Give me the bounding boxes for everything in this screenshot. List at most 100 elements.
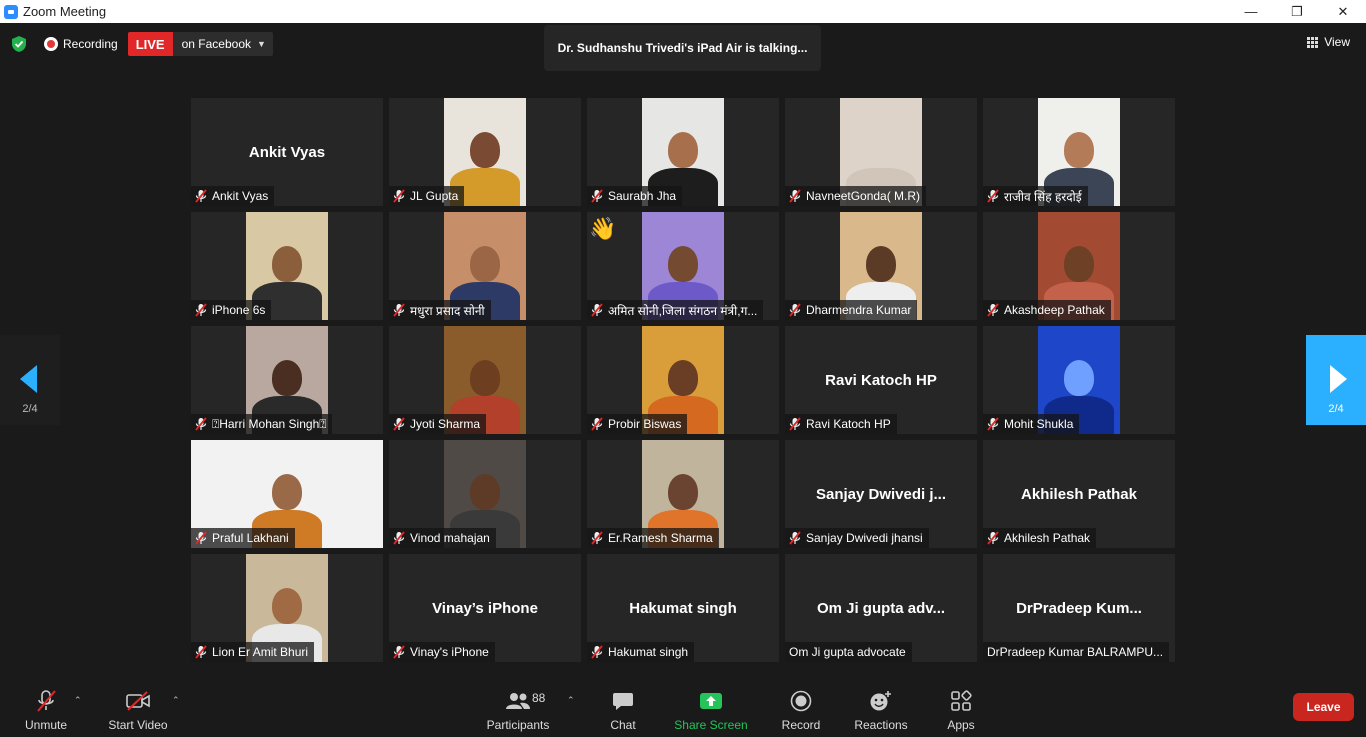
audio-options-chevron-icon[interactable]: ⌃ — [74, 695, 82, 706]
participant-tile[interactable]: ⍰Harri Mohan Singh⍰ — [191, 326, 383, 434]
participant-name: ⍰Harri Mohan Singh⍰ — [212, 416, 327, 431]
participant-name-label: मधुरा प्रसाद सोनी — [389, 300, 491, 320]
participant-tile[interactable]: Ankit Vyas Ankit Vyas — [191, 98, 383, 206]
recording-label[interactable]: Recording — [63, 37, 118, 51]
participant-tile[interactable]: NavneetGonda( M.R) — [785, 98, 977, 206]
participants-options-chevron-icon[interactable]: ⌃ — [567, 695, 575, 706]
record-icon — [787, 689, 815, 713]
participant-tile[interactable]: Lion Er Amit Bhuri — [191, 554, 383, 662]
view-label: View — [1324, 35, 1350, 49]
participant-name-label: Akashdeep Pathak — [983, 300, 1111, 320]
participant-name: Vinay's iPhone — [410, 645, 489, 659]
participant-display-name: Om Ji gupta adv... — [816, 600, 946, 617]
participant-name: Akashdeep Pathak — [1004, 303, 1105, 317]
muted-mic-icon — [195, 645, 207, 659]
participant-tile[interactable]: Vinod mahajan — [389, 440, 581, 548]
participant-display-name: Akhilesh Pathak — [1021, 486, 1137, 503]
participant-display-name: DrPradeep Kum... — [1016, 600, 1142, 617]
participant-tile[interactable]: Probir Biswas — [587, 326, 779, 434]
record-button[interactable]: Record — [778, 681, 824, 737]
participant-name-label: Mohit Shukla — [983, 414, 1080, 434]
view-button[interactable]: View — [1307, 35, 1350, 49]
share-screen-label: Share Screen — [674, 718, 748, 732]
participant-tile[interactable]: Akashdeep Pathak — [983, 212, 1175, 320]
reactions-button[interactable]: Reactions — [852, 681, 910, 737]
participant-tile[interactable]: Jyoti Sharma — [389, 326, 581, 434]
window-title: Zoom Meeting — [23, 4, 107, 19]
participant-tile[interactable]: DrPradeep Kum... DrPradeep Kumar BALRAMPU… — [983, 554, 1175, 662]
participant-name-label: Ravi Katoch HP — [785, 414, 897, 434]
next-page-button[interactable]: 2/4 — [1306, 335, 1366, 425]
participant-tile[interactable]: Praful Lakhani — [191, 440, 383, 548]
muted-mic-icon — [591, 417, 603, 431]
minimize-button[interactable]: — — [1228, 0, 1274, 23]
live-stream-dropdown[interactable]: LIVE on Facebook ▼ — [127, 32, 273, 56]
participant-name-label: Lion Er Amit Bhuri — [191, 642, 315, 662]
participant-name: Hakumat singh — [608, 645, 689, 659]
window-titlebar: Zoom Meeting — ❐ ✕ — [0, 0, 1366, 23]
participant-tile[interactable]: राजीव सिंह हरदोई — [983, 98, 1175, 206]
muted-mic-icon — [987, 531, 999, 545]
participant-name-label: Praful Lakhani — [191, 528, 295, 548]
participant-name-label: Dharmendra Kumar — [785, 300, 918, 320]
participant-tile[interactable]: Hakumat singh Hakumat singh — [587, 554, 779, 662]
security-shield-icon[interactable] — [10, 35, 28, 53]
chat-icon — [609, 689, 637, 713]
muted-mic-icon — [789, 531, 801, 545]
participant-tile[interactable]: Akhilesh Pathak Akhilesh Pathak — [983, 440, 1175, 548]
participant-tile[interactable]: iPhone 6s — [191, 212, 383, 320]
participant-tile[interactable]: Mohit Shukla — [983, 326, 1175, 434]
share-screen-icon — [697, 689, 725, 713]
chat-button[interactable]: Chat — [600, 681, 646, 737]
participant-tile[interactable]: Saurabh Jha — [587, 98, 779, 206]
participant-tile[interactable]: Vinay’s iPhone Vinay's iPhone — [389, 554, 581, 662]
muted-mic-icon — [789, 303, 801, 317]
leave-button[interactable]: Leave — [1293, 693, 1354, 721]
participant-tile[interactable]: Sanjay Dwivedi j... Sanjay Dwivedi jhansi — [785, 440, 977, 548]
muted-mic-icon — [195, 531, 207, 545]
muted-mic-icon — [789, 417, 801, 431]
participant-tile[interactable]: Er.Ramesh Sharma — [587, 440, 779, 548]
participant-display-name: Ravi Katoch HP — [825, 372, 937, 389]
participant-name: Mohit Shukla — [1004, 417, 1074, 431]
muted-mic-icon — [591, 303, 603, 317]
participant-name-label: Vinay's iPhone — [389, 642, 495, 662]
arrow-left-icon — [20, 365, 37, 393]
muted-mic-icon — [591, 189, 603, 203]
mic-off-icon — [32, 689, 60, 713]
participant-name: Er.Ramesh Sharma — [608, 531, 713, 545]
unmute-button[interactable]: Unmute — [20, 681, 72, 737]
participant-name-label: Saurabh Jha — [587, 186, 683, 206]
muted-mic-icon — [393, 645, 405, 659]
participant-tile[interactable]: JL Gupta — [389, 98, 581, 206]
participant-tile[interactable]: मधुरा प्रसाद सोनी — [389, 212, 581, 320]
arrow-right-icon — [1330, 365, 1347, 393]
page-indicator-left: 2/4 — [22, 403, 38, 415]
participant-tile[interactable]: Om Ji gupta adv... Om Ji gupta advocate — [785, 554, 977, 662]
participant-tile[interactable]: Dharmendra Kumar — [785, 212, 977, 320]
participants-button[interactable]: 88 Participants — [484, 681, 552, 737]
participant-name: NavneetGonda( M.R) — [806, 189, 921, 203]
participant-name: Sanjay Dwivedi jhansi — [806, 531, 923, 545]
participant-tile[interactable]: 👋 अमित सोनी,जिला संगठन मंत्री,ग... — [587, 212, 779, 320]
share-screen-button[interactable]: Share Screen — [674, 681, 748, 737]
participant-name-label: Akhilesh Pathak — [983, 528, 1097, 548]
start-video-button[interactable]: Start Video — [106, 681, 170, 737]
muted-mic-icon — [195, 303, 207, 317]
maximize-button[interactable]: ❐ — [1274, 0, 1320, 23]
muted-mic-icon — [393, 189, 405, 203]
participant-tile[interactable]: Ravi Katoch HP Ravi Katoch HP — [785, 326, 977, 434]
recording-icon[interactable] — [44, 37, 58, 51]
participant-name-label: Jyoti Sharma — [389, 414, 487, 434]
muted-mic-icon — [987, 417, 999, 431]
participants-count: 88 — [532, 691, 546, 705]
participant-name: Praful Lakhani — [212, 531, 289, 545]
video-off-icon — [124, 689, 152, 713]
video-options-chevron-icon[interactable]: ⌃ — [172, 695, 180, 706]
participant-name: Probir Biswas — [608, 417, 682, 431]
apps-button[interactable]: Apps — [940, 681, 982, 737]
previous-page-button[interactable]: 2/4 — [0, 335, 60, 425]
close-button[interactable]: ✕ — [1320, 0, 1366, 23]
participant-name: मधुरा प्रसाद सोनी — [410, 303, 485, 318]
muted-mic-icon — [195, 189, 207, 203]
